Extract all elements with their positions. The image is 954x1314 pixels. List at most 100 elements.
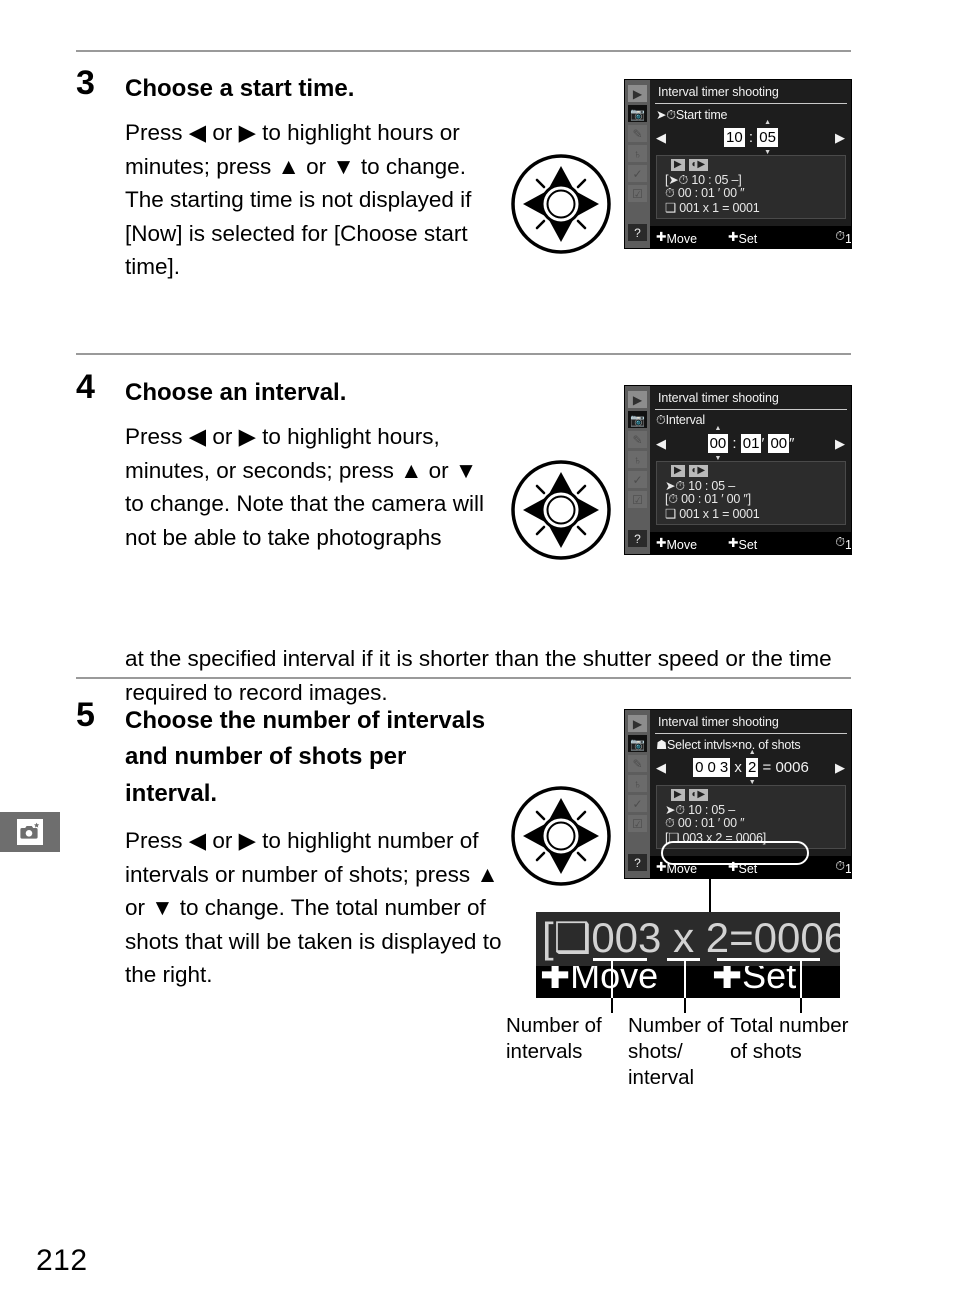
step-number: 5 [76,696,95,734]
help-icon[interactable]: ? [628,224,647,241]
retouch-menu-icon[interactable]: ✓ [628,471,647,488]
summary-shots: ❑ 001 x 1 = 0001 [665,201,760,215]
right-caret-icon[interactable]: ▶ [835,761,845,774]
value-row: ◀ 003 x 2 = 0006 ▶ [655,749,847,786]
leader-total-upper [800,958,802,998]
custom-settings-icon[interactable]: ✎ [628,431,647,448]
screen-title: Interval timer shooting [658,715,779,729]
footer-set: ✚ Set [728,536,758,552]
callout-label-shots: Number of shots/ interval [628,1014,724,1090]
summary-shots: [❑ 003 x 2 = 0006] [665,831,767,845]
footer-set: ✚ Set [728,230,758,246]
footer-move: ✚ Move [656,536,698,552]
setup-menu-icon[interactable]: ♄ [628,451,647,468]
magnified-footer-move: ✚Move [540,966,659,996]
screen-subtitle: ☗Select intvls×no. of shots [656,738,801,752]
screen-title: Interval timer shooting [658,391,779,405]
recent-settings-icon[interactable]: ☑ [628,185,647,202]
page-number: 212 [36,1244,88,1277]
recent-settings-icon[interactable]: ☑ [628,491,647,508]
menu-sidebar: ▶ 📷 ✎ ♄ ✓ ☑ ? [625,386,650,554]
underline-intervals [593,958,647,961]
magnified-footer-strip: ✚Move ✚Set [536,966,840,998]
camera-star-icon [17,819,43,845]
footer-set: ✚ Set [728,860,758,876]
footer-clock: ⏱13:37 [835,859,852,876]
screen-footer: ✚Move ✚Set ⏱13:37 [650,226,851,248]
leader-intervals-lower [611,998,613,1013]
summary-interval: ⏱ 00 : 01 ′ 00 ″ [665,816,745,830]
value-fields[interactable]: 10 : 05 [655,119,847,156]
leader-shots-upper [684,958,686,998]
summary-panel: ▶ ◐▶ ➤⏱ 10 : 05 – [⏱ 00 : 01 ′ 00 ″] ❑ 00… [656,461,846,525]
footer-clock: ⏱13:37 [835,535,852,552]
title-underline [655,733,847,734]
step-number: 4 [76,368,95,406]
retouch-menu-icon[interactable]: ✓ [628,165,647,182]
value-fields[interactable]: 00 : 01′ 00″ [655,425,847,462]
summary-shots: ❑ 001 x 1 = 0001 [665,507,760,521]
status-chips: ▶ ◐▶ [671,464,712,478]
custom-settings-icon[interactable]: ✎ [628,755,647,772]
value-row: ◀ 10 : 05 ▶ [655,119,847,156]
help-icon[interactable]: ? [628,530,647,547]
frames-icon: ☗ [656,738,668,752]
status-chips: ▶ ◐▶ [671,158,712,172]
step-body: Press ◀ or ▶ to highlight hours, minutes… [125,424,484,550]
screen-footer: ✚Move ✚Set ⏱13:37 [650,856,851,878]
start-time-icon: ➤⏱ [656,108,676,122]
magnified-text: [❑003 x 2=0006] [542,914,840,961]
right-caret-icon[interactable]: ▶ [835,437,845,450]
value-fields[interactable]: 003 x 2 = 0006 [655,749,847,786]
setup-menu-icon[interactable]: ♄ [628,145,647,162]
custom-settings-icon[interactable]: ✎ [628,125,647,142]
screen-footer: ✚Move ✚Set ⏱13:37 [650,532,851,554]
section-divider-middle [76,353,851,355]
step-title: Choose a start time. [125,75,355,102]
interval-clock-icon: ⏱ [656,413,666,427]
step-title: Choose the number of intervals and numbe… [125,707,486,807]
step-body: Press ◀ or ▶ to highlight hours or minut… [125,120,472,280]
menu-sidebar: ▶ 📷 ✎ ♄ ✓ ☑ ? [625,710,650,878]
leader-intervals-upper [611,958,613,998]
value-row: ◀ 00 : 01′ 00″ ▶ [655,425,847,462]
step-body: Press ◀ or ▶ to highlight number of inte… [125,828,502,988]
screen-subtitle: ⏱Interval [656,413,705,427]
multi-selector-icon [509,784,613,888]
screen-subtitle: ➤⏱Start time [656,108,728,122]
footer-clock: ⏱13:37 [835,229,852,246]
retouch-menu-icon[interactable]: ✓ [628,795,647,812]
step-body-continued: at the specified interval if it is short… [125,646,832,705]
setup-menu-icon[interactable]: ♄ [628,775,647,792]
multi-selector-icon [509,458,613,562]
chapter-tab [0,812,60,852]
summary-panel: ▶ ◐▶ [➤⏱ 10 : 05 –] ⏱ 00 : 01 ′ 00 ″ ❑ 00… [656,155,846,219]
multi-selector-icon [509,152,613,256]
recent-settings-icon[interactable]: ☑ [628,815,647,832]
playback-menu-icon[interactable]: ▶ [628,391,647,408]
playback-menu-icon[interactable]: ▶ [628,715,647,732]
playback-menu-icon[interactable]: ▶ [628,85,647,102]
step-title: Choose an interval. [125,379,347,406]
summary-panel: ▶ ◐▶ ➤⏱ 10 : 05 – ⏱ 00 : 01 ′ 00 ″ [❑ 003… [656,785,846,849]
help-icon[interactable]: ? [628,854,647,871]
title-underline [655,103,847,104]
underline-total-shots [717,958,820,961]
summary-interval: [⏱ 00 : 01 ′ 00 ″] [665,492,751,506]
section-divider-top [76,50,851,52]
screen-title: Interval timer shooting [658,85,779,99]
step-number: 3 [76,64,95,102]
shooting-menu-icon[interactable]: 📷 [628,105,647,122]
footer-move: ✚ Move [656,860,698,876]
shooting-menu-icon[interactable]: 📷 [628,411,647,428]
callout-leader-line [709,867,711,912]
right-caret-icon[interactable]: ▶ [835,131,845,144]
footer-move: ✚ Move [656,230,698,246]
callout-label-total-shots: Total number of shots [730,1014,849,1064]
camera-screen-interval: ▶ 📷 ✎ ♄ ✓ ☑ ? Interval timer shooting ⏱I… [624,385,852,555]
camera-screen-start-time: ▶ 📷 ✎ ♄ ✓ ☑ ? Interval timer shooting ➤⏱… [624,79,852,249]
leader-total-lower [800,998,802,1013]
magnified-footer-set: ✚Set [712,966,797,996]
leader-shots-lower [684,998,686,1013]
shooting-menu-icon[interactable]: 📷 [628,735,647,752]
